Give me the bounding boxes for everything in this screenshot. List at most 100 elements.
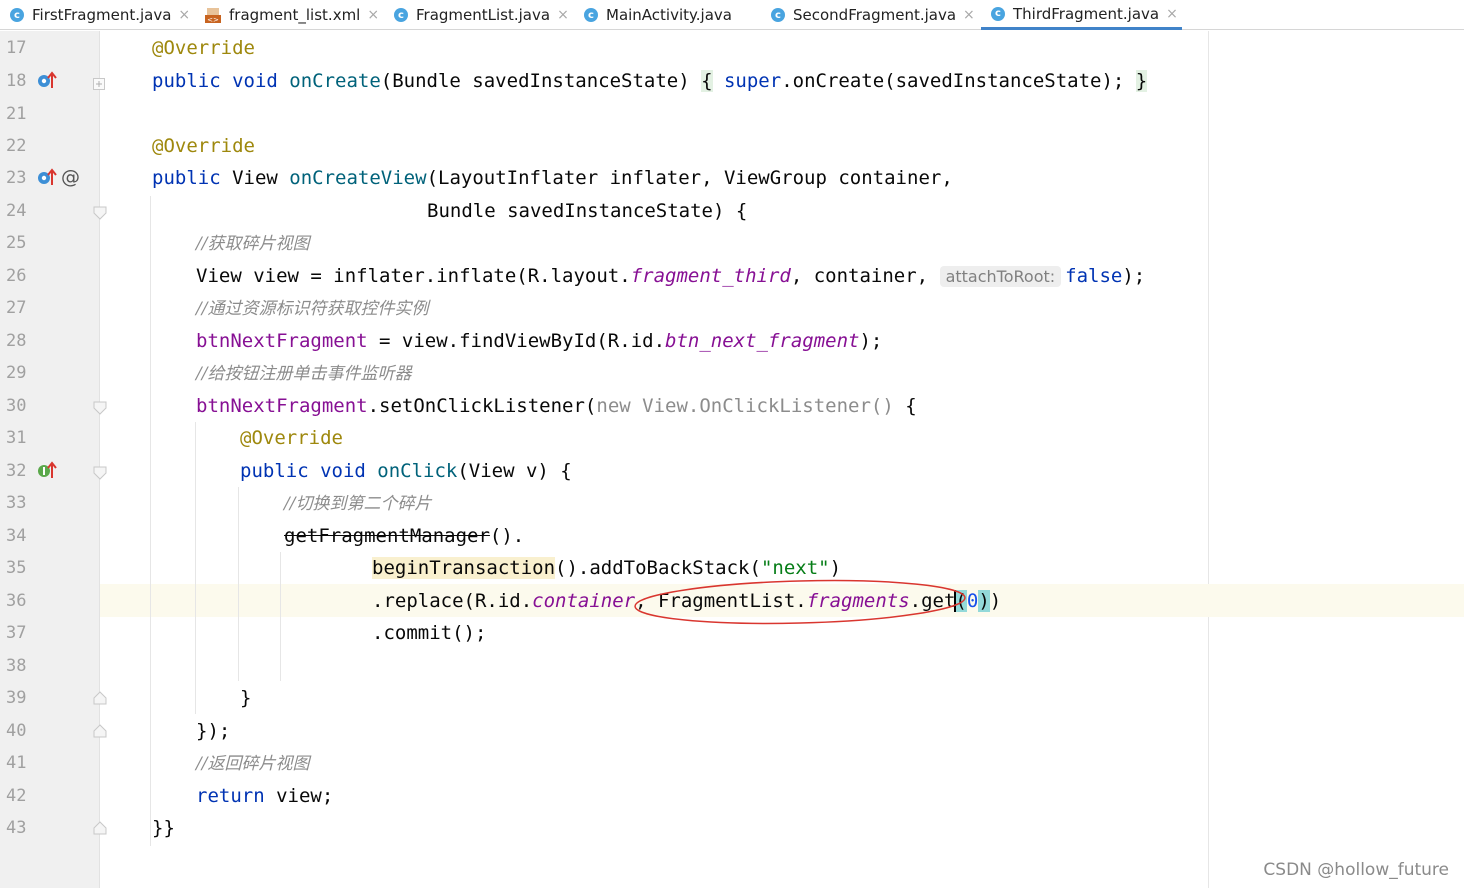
line-number: 36 xyxy=(6,591,27,611)
close-icon[interactable]: × xyxy=(178,7,190,23)
code-line-41[interactable]: //返回碎片视图 xyxy=(196,752,309,775)
tab-label: FirstFragment.java xyxy=(32,6,172,24)
comment: //返回碎片视图 xyxy=(196,754,310,774)
field-name: btnNextFragment xyxy=(196,330,368,352)
code-text: .replace(R.id. xyxy=(372,590,533,612)
line-number: 34 xyxy=(6,526,27,546)
code-text: ); xyxy=(859,330,883,352)
xml-file-icon: <> xyxy=(205,7,221,24)
indent-guide xyxy=(238,487,239,681)
line-number: 27 xyxy=(6,298,27,318)
comment: //获取碎片视图 xyxy=(196,234,310,254)
line-number: 30 xyxy=(6,396,27,416)
line-number: 24 xyxy=(6,201,27,221)
code-text: }} xyxy=(152,817,175,839)
code-line-29[interactable]: //给按钮注册单击事件监听器 xyxy=(196,362,411,385)
fold-end-icon[interactable] xyxy=(93,723,107,738)
line-number: 21 xyxy=(6,104,27,124)
fold-end-icon[interactable] xyxy=(93,690,107,705)
tab-first-fragment[interactable]: c FirstFragment.java × xyxy=(10,0,190,30)
class-icon: c xyxy=(991,6,1005,21)
line-number: 35 xyxy=(6,558,27,578)
line-number: 23 xyxy=(6,168,27,188)
code-line-30[interactable]: btnNextFragment.setOnClickListener(new V… xyxy=(196,395,917,417)
code-text: view; xyxy=(276,785,334,807)
comment: //通过资源标识符获取控件实例 xyxy=(196,299,429,319)
svg-text:<>: <> xyxy=(207,16,219,23)
indent-guide xyxy=(150,196,151,846)
class-icon: c xyxy=(394,8,408,22)
code-line-24[interactable]: Bundle savedInstanceState) { xyxy=(427,200,747,222)
line-number: 38 xyxy=(6,656,27,676)
comment: //给按钮注册单击事件监听器 xyxy=(196,364,412,384)
deprecated-method: getFragmentManager xyxy=(284,525,490,547)
fold-marker-icon[interactable] xyxy=(93,400,107,415)
field-name: btnNextFragment xyxy=(196,395,368,417)
code-line-37[interactable]: .commit(); xyxy=(372,622,486,644)
parameter-hint: attachToRoot: xyxy=(939,266,1062,287)
close-icon[interactable]: × xyxy=(1166,6,1178,22)
keyword: return xyxy=(196,785,277,807)
close-icon[interactable]: × xyxy=(963,7,975,23)
code-line-27[interactable]: //通过资源标识符获取控件实例 xyxy=(196,297,428,320)
keyword: super xyxy=(712,70,782,92)
fold-toggle-icon[interactable] xyxy=(93,75,105,90)
tab-main-activity[interactable]: c MainActivity.java xyxy=(584,0,732,30)
code-line-22[interactable]: @Override xyxy=(152,135,255,157)
line-number: 31 xyxy=(6,428,27,448)
at-annotation-icon[interactable]: @ xyxy=(61,166,80,188)
code-text: .setOnClickListener( xyxy=(367,395,597,417)
warning-highlight: beginTransaction xyxy=(372,557,556,579)
override-up-icon[interactable] xyxy=(37,168,57,190)
line-number: 40 xyxy=(6,721,27,741)
red-annotation-ellipse xyxy=(634,579,966,625)
tab-label: SecondFragment.java xyxy=(793,6,957,24)
override-up-icon[interactable] xyxy=(37,71,57,93)
code-text: = view.findViewById(R.id. xyxy=(367,330,666,352)
code-text: (LayoutInflater inflater, ViewGroup cont… xyxy=(426,167,953,189)
tab-second-fragment[interactable]: c SecondFragment.java × xyxy=(771,0,975,30)
code-text: }); xyxy=(196,720,231,742)
code-line-31[interactable]: @Override xyxy=(240,427,343,449)
indent-guide xyxy=(280,552,281,681)
code-line-26[interactable]: View view = inflater.inflate(R.layout.fr… xyxy=(196,265,1145,288)
folded-brace: } xyxy=(1135,70,1148,92)
tab-fragment-list[interactable]: c FragmentList.java × xyxy=(394,0,569,30)
code-line-28[interactable]: btnNextFragment = view.findViewById(R.id… xyxy=(196,330,882,352)
code-line-25[interactable]: //获取碎片视图 xyxy=(196,232,309,255)
class-icon: c xyxy=(771,8,785,22)
fold-marker-icon[interactable] xyxy=(93,465,107,480)
close-icon[interactable]: × xyxy=(557,7,569,23)
implement-up-icon[interactable] xyxy=(37,461,57,483)
code-line-34[interactable]: getFragmentManager(). xyxy=(284,525,524,547)
class-icon: c xyxy=(584,8,598,22)
fold-marker-icon[interactable] xyxy=(93,205,107,220)
line-number: 18 xyxy=(6,71,27,91)
code-line-32[interactable]: public void onClick(View v) { xyxy=(240,460,572,482)
keyword: public void xyxy=(240,460,378,482)
fold-end-icon[interactable] xyxy=(93,820,107,835)
code-line-17[interactable]: @Override xyxy=(152,37,255,59)
code-line-40[interactable]: }); xyxy=(196,720,230,742)
anonymous-class: new View.OnClickListener() xyxy=(596,395,894,417)
code-line-23[interactable]: public View onCreateView(LayoutInflater … xyxy=(152,167,953,189)
matched-paren: ) xyxy=(978,590,990,612)
tab-label: fragment_list.xml xyxy=(229,6,361,24)
tab-fragment-list-xml[interactable]: <> fragment_list.xml × xyxy=(205,0,379,30)
code-line-42[interactable]: return view; xyxy=(196,785,333,807)
code-text: Bundle savedInstanceState) { xyxy=(427,200,748,222)
code-text: ); xyxy=(1122,265,1146,287)
close-icon[interactable]: × xyxy=(367,7,379,23)
tab-label: FragmentList.java xyxy=(416,6,551,24)
code-line-18[interactable]: public void onCreate(Bundle savedInstanc… xyxy=(152,70,1148,92)
code-line-39[interactable]: } xyxy=(240,687,251,709)
keyword: false xyxy=(1065,265,1123,287)
code-text: .commit(); xyxy=(372,622,487,644)
line-number: 26 xyxy=(6,266,27,286)
line-number: 28 xyxy=(6,331,27,351)
code-line-33[interactable]: //切换到第二个碎片 xyxy=(284,492,431,515)
code-line-43[interactable]: }} xyxy=(152,817,175,839)
tab-third-fragment[interactable]: c ThirdFragment.java × xyxy=(981,0,1182,30)
method-name: onClick xyxy=(377,460,458,482)
code-text: ) xyxy=(989,590,1002,612)
